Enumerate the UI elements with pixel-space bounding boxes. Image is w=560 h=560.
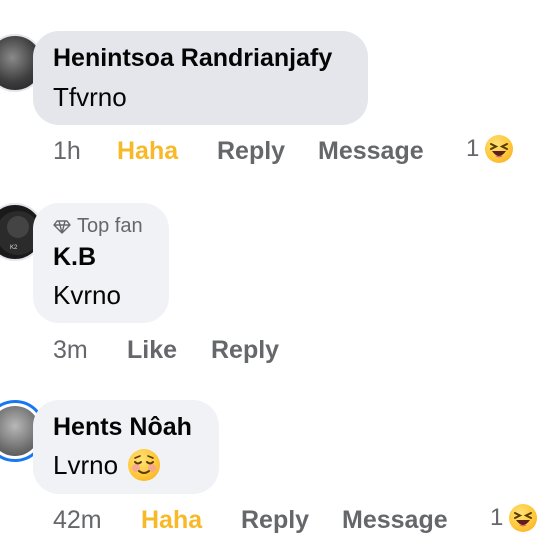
comment-text: Kvrno	[53, 280, 121, 310]
comment-text-value: Lvrno	[53, 450, 119, 480]
reaction-count[interactable]: 1	[466, 135, 514, 163]
comment-author[interactable]: K.B	[53, 242, 96, 272]
haha-reaction-button[interactable]: Haha	[117, 137, 178, 166]
comment-actions: 1h Haha Reply Message	[53, 137, 523, 171]
comment-time: 42m	[53, 506, 102, 534]
message-button[interactable]: Message	[342, 506, 448, 535]
haha-reaction-button[interactable]: Haha	[141, 506, 202, 535]
reply-button[interactable]: Reply	[241, 506, 309, 535]
badge-label: Top fan	[77, 215, 143, 237]
comment-author[interactable]: Hents Nôah	[53, 412, 192, 442]
comment-text: Tfvrno	[53, 82, 127, 112]
diamond-icon	[53, 219, 71, 234]
comment-time: 1h	[53, 137, 81, 165]
reply-button[interactable]: Reply	[211, 336, 279, 365]
comment-text: Lvrno	[53, 449, 161, 481]
haha-emoji-icon	[485, 135, 514, 163]
reply-button[interactable]: Reply	[217, 137, 285, 166]
comment-actions: 3m Like Reply	[53, 336, 353, 370]
reaction-count[interactable]: 1	[490, 504, 538, 532]
svg-text:K2: K2	[10, 245, 18, 251]
comment-author[interactable]: Henintsoa Randrianjafy	[53, 43, 332, 73]
comment-time: 3m	[53, 336, 88, 364]
like-button[interactable]: Like	[127, 336, 177, 365]
relieved-emoji-icon	[128, 449, 161, 481]
haha-emoji-icon	[509, 504, 538, 532]
comment-actions: 42m Haha Reply Message	[53, 506, 523, 540]
top-fan-badge: Top fan	[53, 215, 143, 238]
reaction-count-number: 1	[490, 504, 504, 531]
reaction-count-number: 1	[466, 135, 480, 162]
message-button[interactable]: Message	[318, 137, 424, 166]
